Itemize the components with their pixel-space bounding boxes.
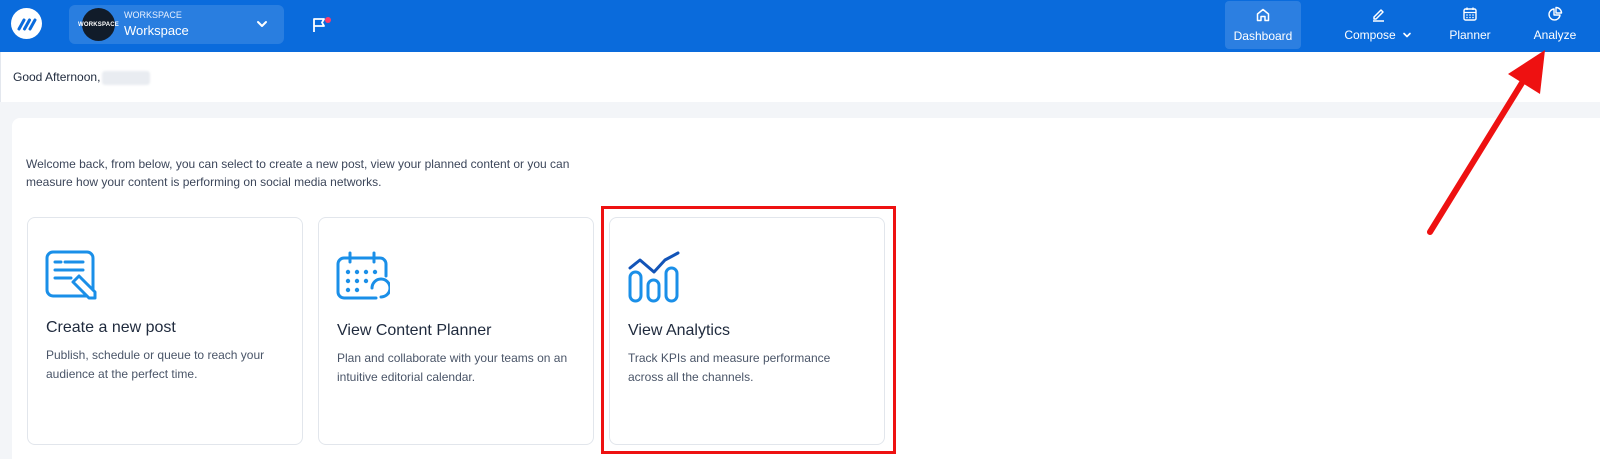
create-post-icon xyxy=(45,250,97,300)
nav-dashboard-label: Dashboard xyxy=(1233,29,1293,43)
chevron-down-icon xyxy=(1402,32,1411,38)
nav-analyze-label: Analyze xyxy=(1533,28,1577,42)
notification-dot xyxy=(325,17,331,23)
card-title: View Content Planner xyxy=(337,322,492,339)
highlight-box xyxy=(601,206,896,454)
nav-compose-label: Compose xyxy=(1344,28,1396,42)
greeting-label: Good Afternoon, xyxy=(13,70,101,84)
workspace-selector[interactable]: WORKSPACE WORKSPACE Workspace xyxy=(69,5,284,44)
calendar-icon xyxy=(1463,7,1477,21)
workspace-name: Workspace xyxy=(124,23,189,38)
nav-planner[interactable]: Planner xyxy=(1440,0,1500,52)
redacted-username xyxy=(102,70,151,85)
content-planner-icon xyxy=(336,251,390,300)
card-description: Publish, schedule or queue to reach your… xyxy=(46,348,265,381)
app-logo[interactable] xyxy=(11,8,42,39)
card-title: Create a new post xyxy=(46,319,176,336)
nav-compose[interactable]: Compose xyxy=(1328,0,1428,52)
notifications-flag-button[interactable] xyxy=(309,13,333,37)
nav-analyze[interactable]: Analyze xyxy=(1525,0,1585,52)
card-create-post[interactable]: Create a new post Publish, schedule or q… xyxy=(27,217,303,445)
greeting-text: Good Afternoon, xyxy=(13,70,151,85)
nav-planner-label: Planner xyxy=(1449,28,1491,42)
greeting-bar: Good Afternoon, xyxy=(0,52,1600,102)
workspace-avatar: WORKSPACE xyxy=(78,8,119,41)
logo-icon xyxy=(17,18,36,30)
pie-chart-icon xyxy=(1548,6,1563,21)
card-description: Plan and collaborate with your teams on … xyxy=(337,351,568,384)
nav-dashboard[interactable]: Dashboard xyxy=(1225,1,1301,49)
top-navigation-bar: WORKSPACE WORKSPACE Workspace Dashboard … xyxy=(0,0,1600,52)
workspace-label: WORKSPACE xyxy=(124,10,182,20)
welcome-text: Welcome back, from below, you can select… xyxy=(26,157,570,189)
chevron-down-icon xyxy=(257,21,267,27)
home-icon xyxy=(1256,8,1270,22)
card-content-planner[interactable]: View Content Planner Plan and collaborat… xyxy=(318,217,594,445)
edit-icon xyxy=(1373,9,1384,22)
